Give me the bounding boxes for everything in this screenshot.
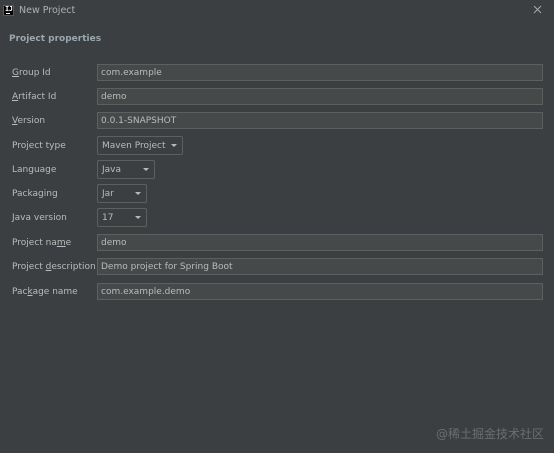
- row-version: Version: [0, 112, 554, 132]
- package-name-label-before: Pac: [12, 287, 28, 297]
- artifact-id-label-rest: rtifact Id: [18, 92, 57, 102]
- group-id-field[interactable]: [97, 64, 543, 81]
- project-description-label: Project description: [12, 262, 96, 272]
- close-icon[interactable]: [532, 4, 543, 15]
- java-version-value: 17: [102, 213, 114, 223]
- title-bar: IJ New Project: [0, 0, 554, 22]
- new-project-dialog: IJ New Project Project properties Group …: [0, 0, 554, 453]
- artifact-id-label: Artifact Id: [12, 92, 56, 102]
- row-packaging: Packaging Jar: [0, 184, 554, 205]
- project-name-label-mnemonic: m: [56, 238, 66, 248]
- package-name-field[interactable]: [97, 283, 543, 300]
- row-artifact-id: Artifact Id: [0, 88, 554, 108]
- project-type-label: Project type: [12, 141, 66, 151]
- row-java-version: Java version 17: [0, 208, 554, 229]
- window-title: New Project: [19, 5, 76, 16]
- artifact-id-field[interactable]: [97, 88, 543, 105]
- version-label: Version: [12, 116, 45, 126]
- row-package-name: Package name: [0, 283, 554, 303]
- chevron-down-icon: [135, 216, 141, 219]
- app-icon-underline: [6, 13, 10, 14]
- row-project-name: Project name: [0, 234, 554, 254]
- chevron-down-icon: [135, 192, 141, 195]
- project-type-dropdown[interactable]: Maven Project: [97, 136, 183, 155]
- row-language: Language Java: [0, 160, 554, 181]
- project-name-label: Project name: [12, 238, 71, 248]
- packaging-value: Jar: [102, 189, 114, 199]
- language-label: Language: [12, 165, 57, 175]
- row-group-id: Group Id: [0, 64, 554, 84]
- java-version-dropdown[interactable]: 17: [97, 208, 147, 227]
- project-name-label-after: e: [65, 238, 72, 248]
- language-value: Java: [102, 165, 122, 175]
- row-project-description: Project description: [0, 258, 554, 278]
- chevron-down-icon: [171, 144, 177, 147]
- project-description-label-after: escription: [51, 262, 96, 272]
- language-dropdown[interactable]: Java: [97, 160, 155, 179]
- app-icon-text: IJ: [5, 5, 13, 13]
- project-description-field[interactable]: [97, 258, 543, 275]
- packaging-dropdown[interactable]: Jar: [97, 184, 147, 203]
- java-version-label: Java version: [12, 213, 67, 223]
- version-label-rest: ersion: [17, 116, 46, 126]
- project-name-field[interactable]: [97, 234, 543, 251]
- section-title: Project properties: [9, 34, 102, 44]
- group-id-label: Group Id: [12, 68, 51, 78]
- project-description-label-before: Project: [12, 262, 46, 272]
- project-type-value: Maven Project: [102, 141, 166, 151]
- group-id-label-mnemonic: G: [12, 68, 19, 78]
- project-name-label-before: Project na: [12, 238, 57, 248]
- package-name-label: Package name: [12, 287, 78, 297]
- packaging-label: Packaging: [12, 189, 58, 199]
- version-field[interactable]: [97, 112, 543, 129]
- intellij-idea-icon: IJ: [3, 5, 14, 16]
- watermark: @稀土掘金技术社区: [435, 427, 544, 441]
- package-name-label-after: age name: [32, 287, 78, 297]
- group-id-label-rest: roup Id: [18, 68, 51, 78]
- chevron-down-icon: [143, 168, 149, 171]
- row-project-type: Project type Maven Project: [0, 136, 554, 157]
